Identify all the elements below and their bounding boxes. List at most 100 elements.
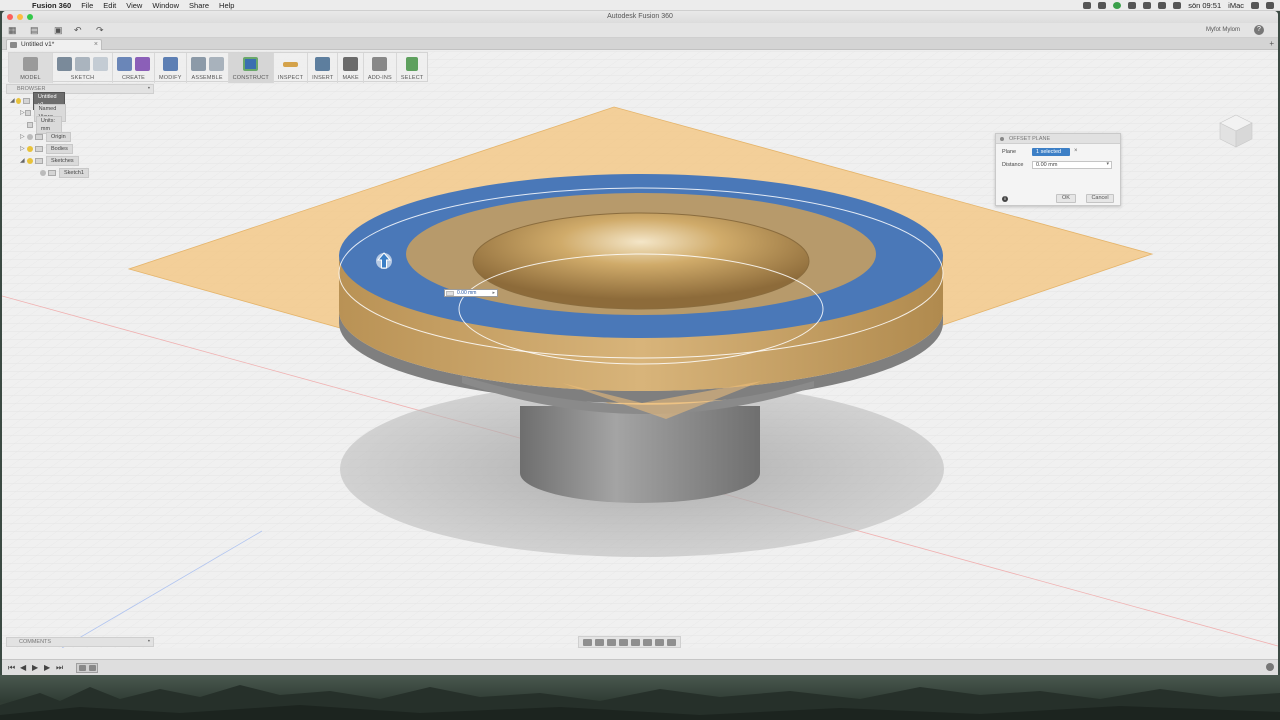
press-pull-icon[interactable] <box>162 57 178 71</box>
timeline-play-icon[interactable]: ▶ <box>32 663 38 672</box>
tree-item-units[interactable]: Units: mm <box>27 115 63 134</box>
save-icon[interactable]: ▣ <box>54 26 63 35</box>
create-group[interactable]: CREATE <box>113 53 155 83</box>
info-icon[interactable]: i <box>1002 196 1008 202</box>
scripts-icon[interactable] <box>372 57 388 71</box>
expand-triangle-icon[interactable]: ▷ <box>20 133 27 140</box>
inspect-group[interactable]: INSPECT <box>274 53 309 83</box>
pan-icon[interactable] <box>607 638 616 646</box>
battery-icon[interactable] <box>1173 2 1182 9</box>
undo-icon[interactable]: ↶ <box>74 26 82 35</box>
menu-file[interactable]: File <box>81 1 93 10</box>
fit-icon[interactable] <box>631 638 640 646</box>
menu-help[interactable]: Help <box>219 1 234 10</box>
timeline-previous-icon[interactable]: ◀ <box>20 663 26 672</box>
rectangle-icon[interactable] <box>93 57 108 71</box>
chevron-down-icon[interactable]: ▾ <box>1106 161 1109 168</box>
pin-icon[interactable]: • <box>148 86 150 92</box>
document-tab[interactable]: Untitled v1* × <box>6 39 102 50</box>
3d-print-icon[interactable] <box>343 57 359 71</box>
visibility-icon[interactable] <box>27 157 33 164</box>
zoom-window-icon[interactable] <box>27 14 33 20</box>
tree-item-sketch1[interactable]: Sketch1 <box>40 167 89 178</box>
insert-image-icon[interactable] <box>315 57 331 71</box>
collapse-triangle-icon[interactable]: ◢ <box>20 157 27 164</box>
joint-icon[interactable] <box>208 57 224 71</box>
tree-item-origin[interactable]: ▷ Origin <box>20 131 71 142</box>
cancel-button[interactable]: Cancel <box>1086 194 1114 203</box>
timeline-end-icon[interactable]: ⏭ <box>56 663 63 672</box>
redo-icon[interactable]: ↷ <box>96 26 104 35</box>
bowl-cavity[interactable] <box>473 213 809 309</box>
status-icon[interactable] <box>1098 2 1107 9</box>
plane-selection-button[interactable]: 1 selected <box>1032 148 1070 156</box>
tree-item-sketches[interactable]: ◢ Sketches <box>20 155 79 166</box>
gear-icon[interactable] <box>1266 663 1274 671</box>
model-workspace-switcher[interactable]: MODEL <box>9 53 53 83</box>
dialog-header[interactable]: OFFSET PLANE <box>996 134 1120 144</box>
clear-selection-icon[interactable]: × <box>1074 148 1078 154</box>
wifi-icon[interactable] <box>1143 2 1152 9</box>
status-icon[interactable] <box>1083 2 1092 9</box>
add-ins-group[interactable]: ADD-INS <box>364 53 397 83</box>
extrude-feature-icon[interactable] <box>89 665 96 671</box>
offset-plane-icon[interactable] <box>243 57 259 71</box>
view-cube-icon[interactable] <box>1216 109 1256 151</box>
box-icon[interactable] <box>117 57 132 71</box>
stem-body[interactable] <box>520 406 760 503</box>
visibility-icon[interactable] <box>15 97 21 104</box>
new-component-icon[interactable] <box>190 57 206 71</box>
select-group[interactable]: SELECT <box>397 53 428 83</box>
construct-group[interactable]: CONSTRUCT <box>228 53 274 83</box>
clock[interactable]: sön 09:51 <box>1188 1 1221 10</box>
status-icon[interactable] <box>1113 2 1122 9</box>
distance-input[interactable]: 0.00 mm ▾ <box>1032 161 1112 169</box>
insert-group[interactable]: INSERT <box>308 53 339 83</box>
viewports-icon[interactable] <box>667 638 676 646</box>
menu-edit[interactable]: Edit <box>103 1 116 10</box>
zoom-icon[interactable] <box>619 638 628 646</box>
tree-item-bodies[interactable]: ▷ Bodies <box>20 143 73 154</box>
minimize-window-icon[interactable] <box>17 14 23 20</box>
make-group[interactable]: MAKE <box>338 53 364 83</box>
status-icon[interactable] <box>1128 2 1137 9</box>
create-sketch-icon[interactable] <box>57 57 72 71</box>
assemble-group[interactable]: ASSEMBLE <box>187 53 229 83</box>
distance-manipulator-input[interactable]: 0.00 mm ▸ <box>444 289 498 297</box>
offset-drag-arrow-icon[interactable] <box>375 251 393 271</box>
ok-button[interactable]: OK <box>1056 194 1076 203</box>
modify-group[interactable]: MODIFY <box>155 53 187 83</box>
measure-icon[interactable] <box>283 61 299 67</box>
menu-view[interactable]: View <box>126 1 142 10</box>
visibility-icon[interactable] <box>27 133 33 140</box>
new-tab-icon[interactable]: + <box>1269 39 1274 48</box>
user-account-menu[interactable]: Myfot Mylom <box>1206 27 1240 33</box>
volume-icon[interactable] <box>1158 2 1167 9</box>
spotlight-icon[interactable] <box>1251 2 1259 9</box>
sketch-group[interactable]: SKETCH <box>53 53 113 83</box>
display-settings-icon[interactable] <box>643 638 652 646</box>
file-menu-icon[interactable]: ▤ <box>30 26 39 35</box>
pin-icon[interactable]: • <box>148 638 150 647</box>
look-at-icon[interactable] <box>595 638 604 646</box>
sketch-feature-icon[interactable] <box>79 665 86 671</box>
manipulator-handle-icon[interactable] <box>446 291 454 296</box>
visibility-icon[interactable] <box>27 145 33 152</box>
expand-triangle-icon[interactable]: ▷ <box>20 145 27 152</box>
sphere-icon[interactable] <box>135 57 150 71</box>
timeline-start-icon[interactable]: ⏮ <box>8 663 15 672</box>
comments-panel-header[interactable]: COMMENTS • <box>6 637 154 647</box>
visibility-icon[interactable] <box>40 169 46 176</box>
close-tab-icon[interactable]: × <box>94 40 98 50</box>
timeline-next-icon[interactable]: ▶ <box>44 663 50 672</box>
data-panel-grid-icon[interactable]: ▦ <box>8 26 17 35</box>
grid-settings-icon[interactable] <box>655 638 664 646</box>
app-menu[interactable]: Fusion 360 <box>32 1 71 10</box>
notification-center-icon[interactable] <box>1266 2 1274 9</box>
collapse-triangle-icon[interactable]: ◢ <box>10 97 16 104</box>
help-icon[interactable]: ? <box>1254 25 1264 35</box>
select-icon[interactable] <box>406 57 419 71</box>
close-window-icon[interactable] <box>7 14 13 20</box>
orbit-icon[interactable] <box>583 638 592 646</box>
browser-panel-header[interactable]: BROWSER • <box>6 84 154 94</box>
